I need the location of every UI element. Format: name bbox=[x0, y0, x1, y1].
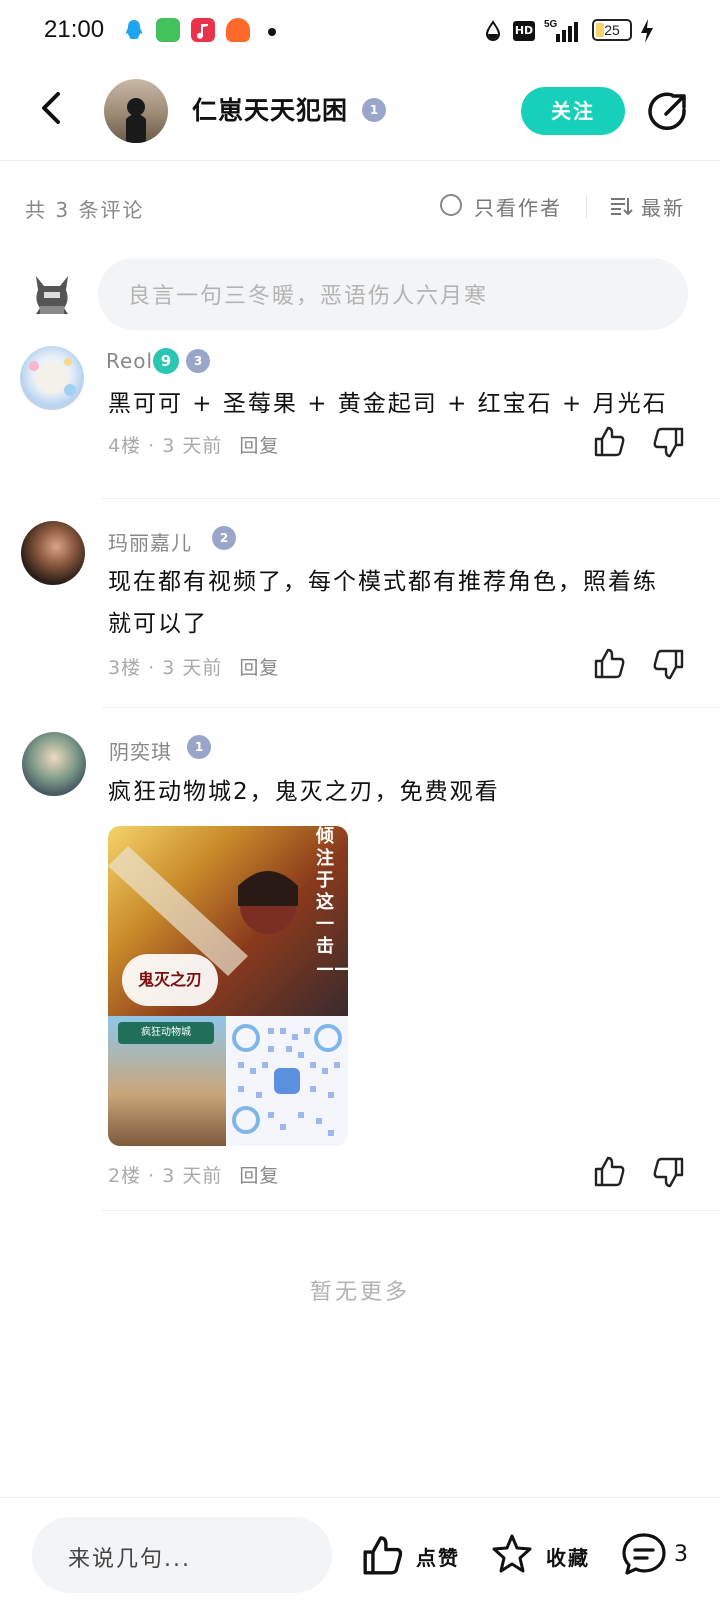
time: 3 天前 bbox=[162, 1165, 223, 1187]
title-badge: 2 bbox=[212, 526, 236, 550]
username[interactable]: 玛丽嘉儿 bbox=[108, 527, 192, 556]
title-badge: 1 bbox=[362, 98, 386, 122]
zootopia-title: 疯狂动物城 bbox=[118, 1022, 214, 1044]
share-icon bbox=[648, 92, 686, 130]
status-time: 21:00 bbox=[44, 16, 105, 43]
poster-caption: 倾注于这一击——!! bbox=[316, 826, 348, 979]
comment-item: Reol 9 3 黑可可 + 圣莓果 + 黄金起司 + 红宝石 + 月光石 4楼… bbox=[0, 342, 720, 482]
back-button[interactable] bbox=[30, 86, 74, 130]
like-button[interactable]: 点赞 bbox=[360, 1532, 472, 1578]
avatar[interactable] bbox=[20, 346, 84, 410]
qr-code bbox=[226, 1016, 348, 1146]
comment-input-placeholder: 良言一句三冬暖，恶语伤人六月寒 bbox=[128, 284, 489, 309]
floor: 2楼 bbox=[108, 1165, 142, 1187]
comments-button[interactable]: 3 bbox=[620, 1530, 710, 1578]
comment-image[interactable]: 鬼灭之刃 倾注于这一击——!! 疯狂动物城 bbox=[108, 826, 348, 1146]
divider bbox=[102, 1210, 720, 1211]
my-avatar bbox=[30, 272, 74, 316]
username[interactable]: 阴奕琪 bbox=[109, 736, 172, 765]
svg-text:5G: 5G bbox=[544, 19, 558, 30]
comment-meta: 2楼 · 3 天前 回复 bbox=[108, 1165, 280, 1187]
bottom-input-placeholder: 来说几句... bbox=[68, 1547, 191, 1572]
comment-text: 疯狂动物城2，鬼灭之刃，免费观看 bbox=[108, 779, 500, 805]
music-app-icon bbox=[191, 18, 215, 42]
radio-icon bbox=[440, 194, 462, 216]
thumbs-up-icon[interactable] bbox=[592, 1155, 626, 1189]
sort-label: 最新 bbox=[641, 196, 685, 220]
title-badge: 1 bbox=[187, 735, 211, 759]
divider bbox=[102, 707, 720, 708]
favorite-button[interactable]: 收藏 bbox=[490, 1530, 602, 1576]
hd-icon: HD bbox=[513, 21, 535, 41]
dot-indicator bbox=[268, 28, 276, 36]
comment-count: 共 3 条评论 bbox=[25, 198, 145, 222]
thumbs-down-icon[interactable] bbox=[652, 647, 686, 681]
time: 3 天前 bbox=[162, 435, 223, 457]
battery-icon: 25 bbox=[592, 19, 632, 41]
bottom-comment-input[interactable]: 来说几句... bbox=[32, 1517, 332, 1593]
charging-icon bbox=[641, 19, 653, 43]
green-app-icon bbox=[156, 18, 180, 42]
floor: 4楼 bbox=[108, 435, 142, 457]
post-header: 仁崽天天犯困 1 关注 bbox=[0, 64, 720, 161]
comment-item: 玛丽嘉儿 2 现在都有视频了，每个模式都有推荐角色，照着练就可以了 3楼 · 3… bbox=[0, 510, 720, 690]
comment-meta: 3楼 · 3 天前 回复 bbox=[108, 657, 280, 679]
5g-signal-icon: 5G bbox=[544, 19, 578, 42]
comment-count-badge: 3 bbox=[674, 1542, 688, 1567]
status-bar: 21:00 HD 5G 25 bbox=[0, 0, 720, 64]
comment-bubble-icon bbox=[622, 1533, 666, 1575]
chevron-left-icon bbox=[42, 92, 60, 124]
battery-percent: 25 bbox=[604, 22, 620, 38]
water-drop-icon bbox=[485, 20, 501, 41]
follow-button[interactable]: 关注 bbox=[521, 87, 625, 135]
qq-icon bbox=[122, 18, 146, 42]
author-only-label: 只看作者 bbox=[474, 196, 562, 220]
sort-icon bbox=[611, 198, 633, 216]
time: 3 天前 bbox=[162, 657, 223, 679]
bottom-bar: 来说几句... 点赞 收藏 3 bbox=[0, 1497, 720, 1613]
poster-title: 鬼灭之刃 bbox=[122, 954, 218, 1006]
reply-button[interactable]: 回复 bbox=[239, 435, 279, 457]
author-avatar[interactable] bbox=[104, 79, 168, 143]
thumbs-up-icon[interactable] bbox=[592, 425, 626, 459]
avatar[interactable] bbox=[22, 732, 86, 796]
favorite-label: 收藏 bbox=[546, 1546, 590, 1570]
author-name[interactable]: 仁崽天天犯困 bbox=[192, 91, 348, 127]
comment-meta: 4楼 · 3 天前 回复 bbox=[108, 435, 280, 457]
title-badge: 3 bbox=[186, 349, 210, 373]
orange-app-icon bbox=[226, 18, 250, 42]
thumbs-down-icon[interactable] bbox=[652, 1155, 686, 1189]
share-button[interactable] bbox=[646, 90, 690, 134]
username[interactable]: Reol bbox=[106, 349, 153, 373]
floor: 3楼 bbox=[108, 657, 142, 679]
level-badge: 9 bbox=[153, 348, 179, 374]
reply-button[interactable]: 回复 bbox=[239, 1165, 279, 1187]
comment-item: 阴奕琪 1 疯狂动物城2，鬼灭之刃，免费观看 鬼灭之刃 倾注于这一击——!! 疯… bbox=[0, 720, 720, 1190]
comment-text: 现在都有视频了，每个模式都有推荐角色，照着练就可以了 bbox=[108, 569, 658, 637]
no-more-label: 暂无更多 bbox=[309, 1280, 410, 1305]
like-label: 点赞 bbox=[416, 1546, 460, 1570]
thumbs-up-icon bbox=[363, 1536, 403, 1575]
comment-text: 黑可可 + 圣莓果 + 黄金起司 + 红宝石 + 月光石 bbox=[108, 391, 668, 417]
divider bbox=[102, 498, 720, 499]
poster-top: 鬼灭之刃 倾注于这一击——!! bbox=[108, 826, 348, 1016]
reply-button[interactable]: 回复 bbox=[239, 657, 279, 679]
poster-bottom-left: 疯狂动物城 bbox=[108, 1016, 226, 1146]
comment-input[interactable]: 良言一句三冬暖，恶语伤人六月寒 bbox=[98, 258, 688, 330]
thumbs-up-icon[interactable] bbox=[592, 647, 626, 681]
thumbs-down-icon[interactable] bbox=[652, 425, 686, 459]
divider bbox=[586, 196, 587, 218]
avatar[interactable] bbox=[21, 521, 85, 585]
star-icon bbox=[492, 1534, 532, 1573]
